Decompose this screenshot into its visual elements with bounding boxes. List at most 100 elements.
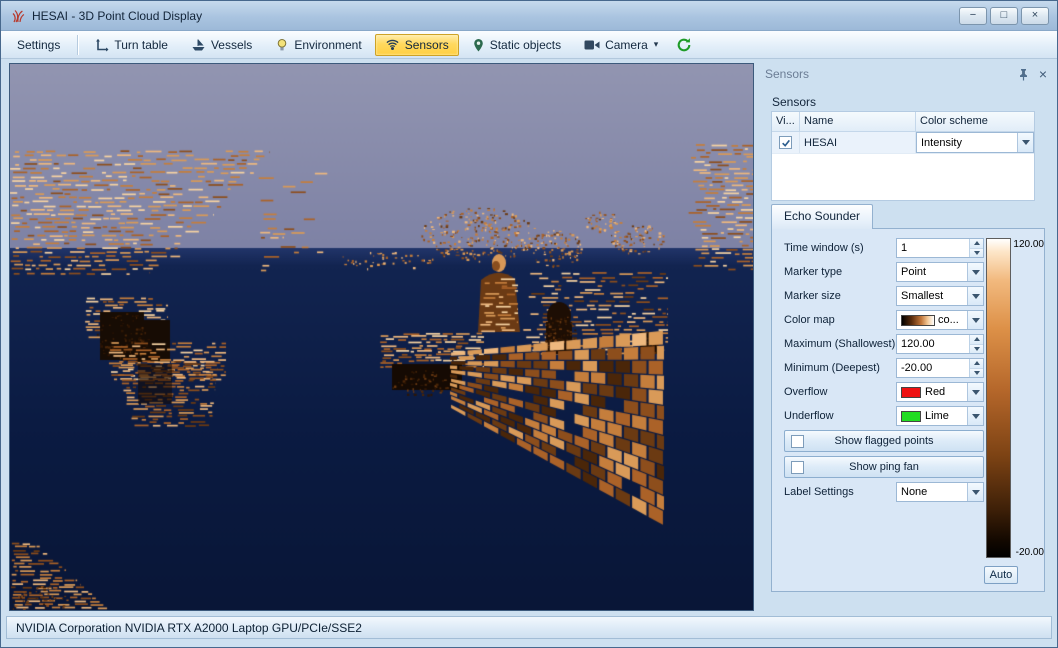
sensor-name-cell: HESAI [800,132,916,153]
chevron-down-icon[interactable] [967,263,983,281]
sensors-table: Vi... Name Color scheme HESAI Intensity [771,111,1035,201]
spin-down-icon[interactable] [970,368,983,378]
chevron-down-icon[interactable] [967,383,983,401]
column-name[interactable]: Name [800,112,916,131]
vessels-button[interactable]: Vessels [181,34,262,56]
marker-type-select[interactable]: Point [896,262,984,282]
show-ping-fan-label: Show ping fan [849,461,919,473]
color-scheme-value: Intensity [921,137,962,149]
minimize-button[interactable]: − [959,7,987,25]
show-ping-fan-button[interactable]: Show ping fan [784,456,984,478]
pin-icon[interactable] [1018,68,1029,81]
show-flagged-label: Show flagged points [834,435,933,447]
main-toolbar: Settings Turn table Vessels [1,31,1057,59]
color-scheme-select[interactable]: Intensity [916,132,1034,153]
colormap-gradient-swatch [901,315,935,326]
colorbar-max-label: 120.00 [1010,239,1044,250]
time-window-spinner[interactable]: 1 [896,238,984,258]
underflow-color-select[interactable]: Lime [896,406,984,426]
camera-icon [584,39,600,51]
close-button[interactable]: × [1021,7,1049,25]
label-settings-select[interactable]: None [896,482,984,502]
vessels-icon [191,38,206,52]
turn-table-button[interactable]: Turn table [85,34,178,56]
toolbar-separator [77,35,78,55]
column-color-scheme[interactable]: Color scheme [916,112,1034,131]
spin-up-icon[interactable] [970,359,983,368]
marker-type-label: Marker type [784,266,896,278]
show-flagged-points-button[interactable]: Show flagged points [784,430,984,452]
app-icon [9,8,25,24]
sensors-sonar-icon [385,38,400,52]
sensors-label: Sensors [405,38,449,52]
window-title: HESAI - 3D Point Cloud Display [32,9,202,23]
maximum-spinner[interactable]: 120.00 [896,334,984,354]
show-ping-fan-checkbox[interactable] [791,461,804,474]
chevron-down-icon[interactable] [967,287,983,305]
spin-up-icon[interactable] [970,335,983,344]
camera-button[interactable]: Camera ▾ [574,34,668,56]
sensors-button[interactable]: Sensors [375,34,459,56]
settings-button-label: Settings [17,38,60,52]
titlebar[interactable]: HESAI - 3D Point Cloud Display − □ × [1,1,1057,31]
sensors-group-label: Sensors [772,95,816,109]
minimum-value: -20.00 [901,362,932,374]
label-settings-label: Label Settings [784,486,896,498]
spin-up-icon[interactable] [970,239,983,248]
environment-label: Environment [294,38,361,52]
tab-echo-sounder[interactable]: Echo Sounder [771,204,873,229]
status-bar: NVIDIA Corporation NVIDIA RTX A2000 Lapt… [6,616,1052,639]
marker-size-value: Smallest [901,290,943,302]
overflow-color-select[interactable]: Red [896,382,984,402]
app-window: HESAI - 3D Point Cloud Display − □ × Set… [0,0,1058,648]
table-row[interactable]: HESAI Intensity [772,132,1034,154]
overflow-label: Overflow [784,386,896,398]
marker-type-value: Point [901,266,926,278]
time-window-value: 1 [901,242,907,254]
refresh-icon [676,37,692,53]
color-map-label: Color map [784,314,896,326]
chevron-down-icon[interactable] [967,311,983,329]
chevron-down-icon: ▾ [654,39,659,50]
minimum-label: Minimum (Deepest) [784,362,896,374]
underflow-label: Underflow [784,410,896,422]
marker-size-select[interactable]: Smallest [896,286,984,306]
environment-button[interactable]: Environment [265,34,371,56]
chevron-down-icon[interactable] [967,483,983,501]
static-objects-pin-icon [472,38,485,52]
refresh-button[interactable] [671,34,697,56]
spin-down-icon[interactable] [970,344,983,354]
settings-button[interactable]: Settings [7,34,70,56]
color-map-value: co... [938,314,959,326]
marker-size-label: Marker size [784,290,896,302]
pointcloud-canvas[interactable] [10,64,753,610]
maximum-label: Maximum (Shallowest) [784,338,896,350]
overflow-value: Red [925,386,945,398]
echo-sounder-groupbox: Time window (s) 1 Marker type Point Mark… [771,228,1045,592]
turn-table-icon [95,38,109,52]
panel-title: Sensors [765,67,809,81]
gpu-status-text: NVIDIA Corporation NVIDIA RTX A2000 Lapt… [16,621,362,635]
chevron-down-icon[interactable] [967,407,983,425]
maximum-value: 120.00 [901,338,935,350]
chevron-down-icon[interactable] [1017,133,1033,152]
pointcloud-viewport[interactable] [9,63,754,611]
environment-lightbulb-icon [275,38,289,52]
sensors-table-header: Vi... Name Color scheme [772,112,1034,132]
overflow-color-swatch [901,387,921,398]
visible-checkbox-checked[interactable] [779,136,792,149]
static-objects-button[interactable]: Static objects [462,34,571,56]
panel-close-icon[interactable]: × [1039,67,1047,81]
underflow-color-swatch [901,411,921,422]
static-objects-label: Static objects [490,38,561,52]
show-flagged-checkbox[interactable] [791,435,804,448]
column-visible[interactable]: Vi... [772,112,800,131]
spin-down-icon[interactable] [970,248,983,258]
turn-table-label: Turn table [114,38,168,52]
color-map-select[interactable]: co... [896,310,984,330]
auto-button[interactable]: Auto [984,566,1018,584]
minimum-spinner[interactable]: -20.00 [896,358,984,378]
maximize-button[interactable]: □ [990,7,1018,25]
sensors-panel-header[interactable]: Sensors × [765,65,1047,83]
camera-label: Camera [605,38,648,52]
